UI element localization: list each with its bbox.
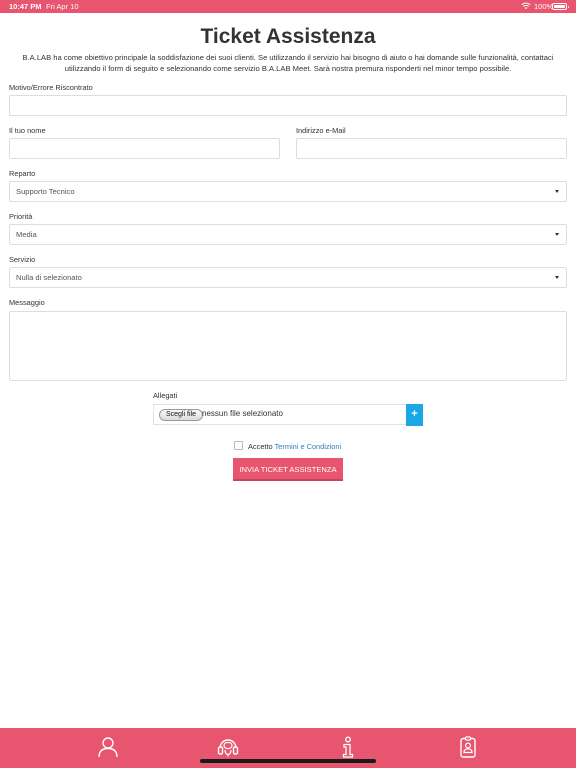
accept-terms-checkbox[interactable] <box>234 441 243 450</box>
status-time: 10:47 PM <box>9 2 42 11</box>
email-input[interactable] <box>296 138 567 159</box>
page-title: Ticket Assistenza <box>200 25 376 48</box>
submit-ticket-button[interactable]: INVIA TICKET ASSISTENZA <box>233 458 343 481</box>
caret-down-icon <box>555 233 559 236</box>
intro-text: B.A.LAB ha come obiettivo principale la … <box>12 52 564 74</box>
motivo-label: Motivo/Errore Riscontrato <box>9 83 93 92</box>
id-badge-icon[interactable] <box>457 736 479 758</box>
choose-file-button[interactable]: Scegli file <box>159 409 203 421</box>
accept-terms-label: Accetto Termini e Condizioni <box>248 442 341 451</box>
motivo-input[interactable] <box>9 95 567 116</box>
file-input: Scegli file nessun file selezionato <box>153 404 406 425</box>
name-label: Il tuo nome <box>9 126 46 135</box>
caret-down-icon <box>555 276 559 279</box>
status-bar: 10:47 PM Fri Apr 10 100% <box>0 0 576 13</box>
plus-icon: + <box>411 408 418 420</box>
wifi-icon <box>521 2 531 10</box>
messaggio-label: Messaggio <box>9 298 45 307</box>
reparto-select[interactable]: Supporto Tecnico <box>9 181 567 202</box>
servizio-label: Servizio <box>9 255 36 264</box>
name-input[interactable] <box>9 138 280 159</box>
headset-support-icon[interactable] <box>217 736 239 758</box>
battery-percentage: 100% <box>534 2 554 11</box>
status-date: Fri Apr 10 <box>46 2 79 11</box>
home-indicator[interactable] <box>200 759 376 763</box>
servizio-select[interactable]: Nulla di selezionato <box>9 267 567 288</box>
battery-icon <box>552 3 569 10</box>
servizio-selected-value: Nulla di selezionato <box>16 273 82 282</box>
add-attachment-button[interactable]: + <box>406 404 423 426</box>
caret-down-icon <box>555 190 559 193</box>
priorita-selected-value: Media <box>16 230 37 239</box>
file-status-text: nessun file selezionato <box>202 409 283 418</box>
email-label: Indirizzo e-Mail <box>296 126 346 135</box>
terms-link[interactable]: Termini e Condizioni <box>275 442 342 451</box>
allegati-label: Allegati <box>153 391 178 400</box>
reparto-selected-value: Supporto Tecnico <box>16 187 75 196</box>
intro-line-2: utilizzando il form di seguito e selezio… <box>64 64 512 73</box>
intro-line-1: B.A.LAB ha come obiettivo principale la … <box>22 53 554 62</box>
priorita-select[interactable]: Media <box>9 224 567 245</box>
priorita-label: Priorità <box>9 212 33 221</box>
accept-prefix: Accetto <box>248 442 273 451</box>
reparto-label: Reparto <box>9 169 36 178</box>
info-icon[interactable] <box>337 736 359 758</box>
person-icon[interactable] <box>97 736 119 758</box>
messaggio-textarea[interactable] <box>9 311 567 381</box>
